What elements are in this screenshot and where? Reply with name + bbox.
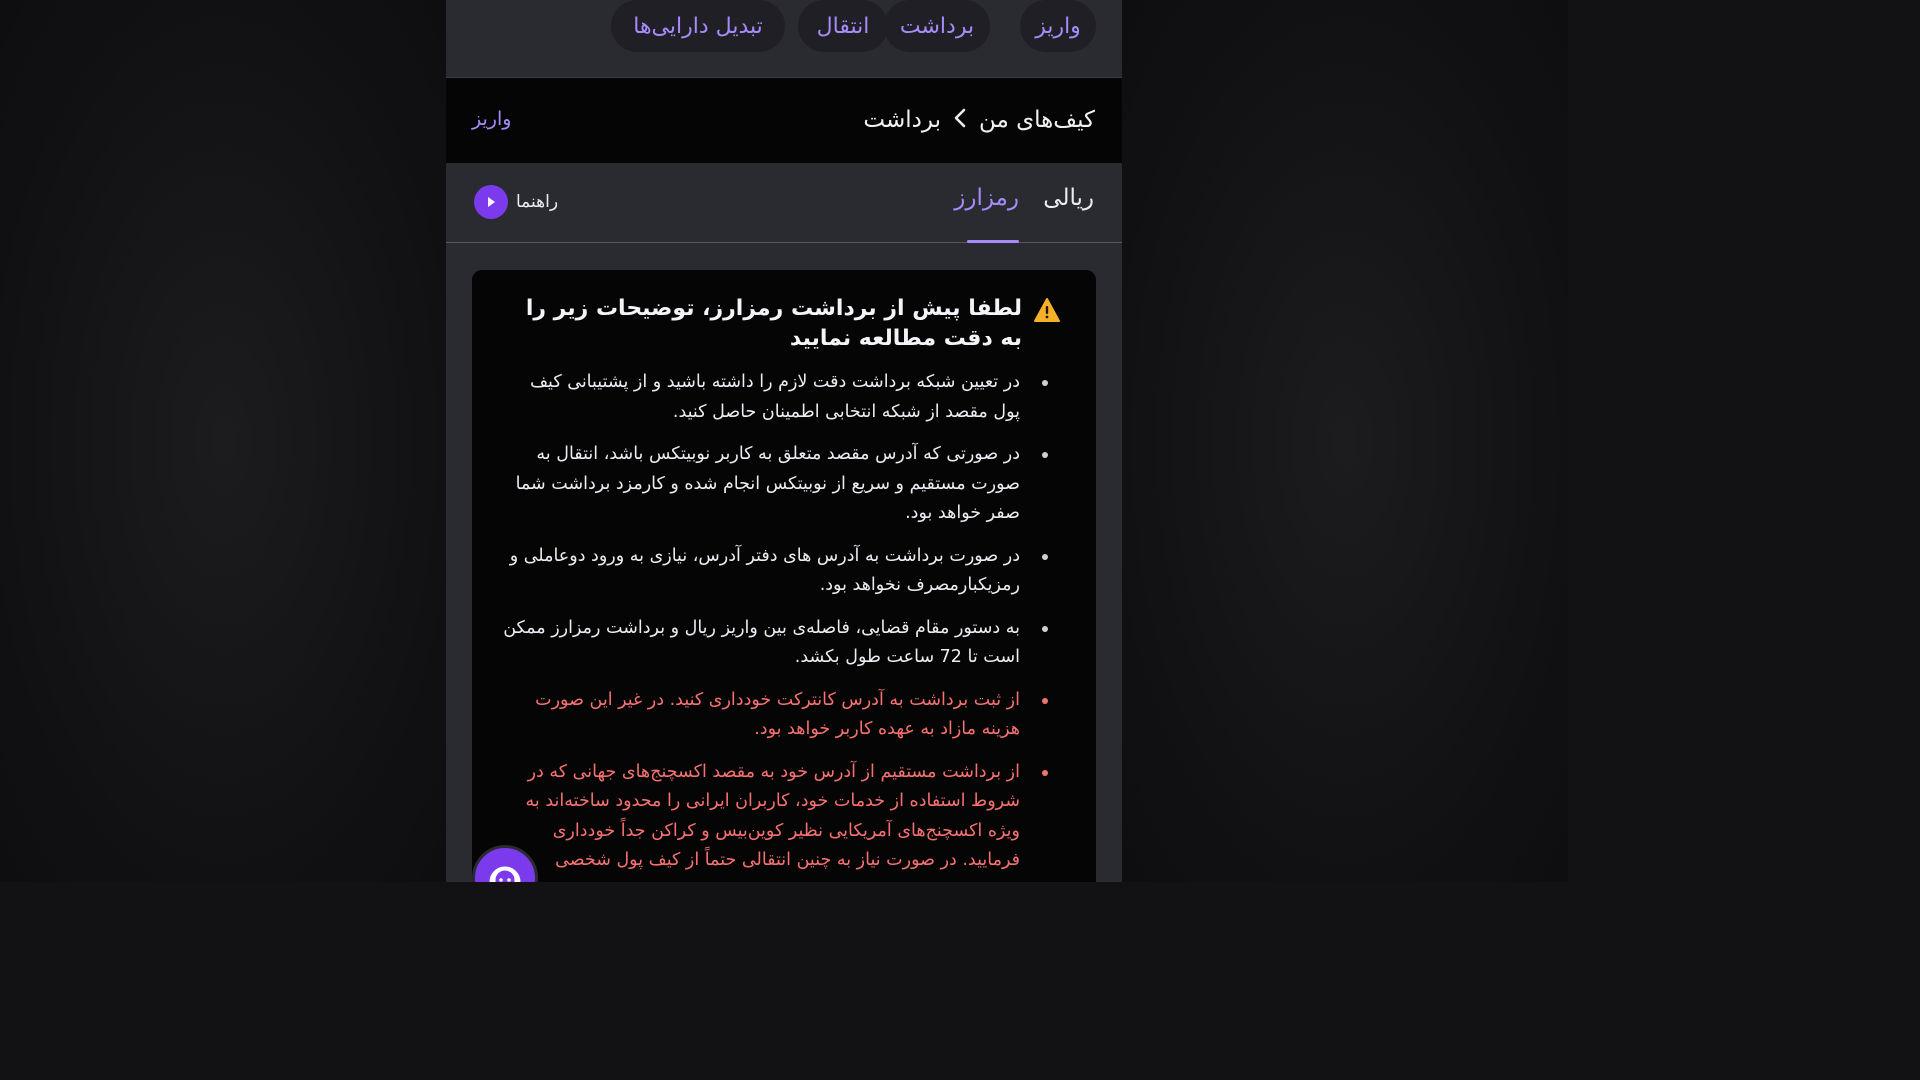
chevron-left-icon [953, 108, 967, 133]
backdrop-right [1122, 0, 1568, 882]
tab-bar: ریالی رمزارز راهنما [446, 163, 1122, 243]
guide-label: راهنما [516, 192, 559, 212]
deposit-link[interactable]: واریز [472, 108, 511, 130]
convert-assets-button[interactable]: تبدیل دارایی‌ها [611, 0, 785, 52]
tab-crypto[interactable]: رمزارز [954, 185, 1019, 211]
guide-button[interactable]: راهنما [474, 185, 558, 219]
tab-rial[interactable]: ریالی [1043, 185, 1094, 211]
notice-title: لطفا پیش از برداشت رمزارز، توضیحات زیر ر… [498, 294, 1060, 354]
play-icon [474, 185, 508, 219]
breadcrumb-current: برداشت [863, 107, 942, 133]
breadcrumb-wallets[interactable]: کیف‌های من [979, 107, 1095, 133]
withdraw-notice-card: لطفا پیش از برداشت رمزارز، توضیحات زیر ر… [472, 270, 1096, 882]
notice-item-warning: از برداشت مستقیم از آدرس خود به مقصد اکس… [498, 758, 1066, 876]
warning-icon [1034, 298, 1060, 331]
backdrop-left [0, 0, 446, 882]
breadcrumb: کیف‌های من برداشت [863, 100, 1095, 140]
active-tab-indicator [967, 240, 1019, 243]
notice-item-warning: از ثبت برداشت به آدرس کانترکت خودداری کن… [498, 686, 1066, 745]
app-panel: واریز برداشت انتقال تبدیل دارایی‌ها کیف‌… [446, 0, 1122, 882]
notice-list: در تعیین شبکه برداشت دقت لازم را داشته ب… [498, 368, 1066, 876]
notice-item: در تعیین شبکه برداشت دقت لازم را داشته ب… [498, 368, 1066, 427]
deposit-button[interactable]: واریز [1020, 0, 1096, 52]
notice-item: در صورتی که آدرس مقصد متعلق به کاربر نوب… [498, 440, 1066, 529]
notice-title-text: لطفا پیش از برداشت رمزارز، توضیحات زیر ر… [525, 296, 1022, 351]
notice-item: در صورت برداشت به آدرس های دفتر آدرس، نی… [498, 542, 1066, 601]
page-header: کیف‌های من برداشت واریز [446, 78, 1122, 163]
support-agent-icon [485, 858, 525, 882]
top-action-bar: واریز برداشت انتقال تبدیل دارایی‌ها [446, 0, 1122, 78]
withdraw-button[interactable]: برداشت [884, 0, 990, 52]
notice-item: به دستور مقام قضایی، فاصله‌ی بین واریز ر… [498, 614, 1066, 673]
transfer-button[interactable]: انتقال [798, 0, 888, 52]
